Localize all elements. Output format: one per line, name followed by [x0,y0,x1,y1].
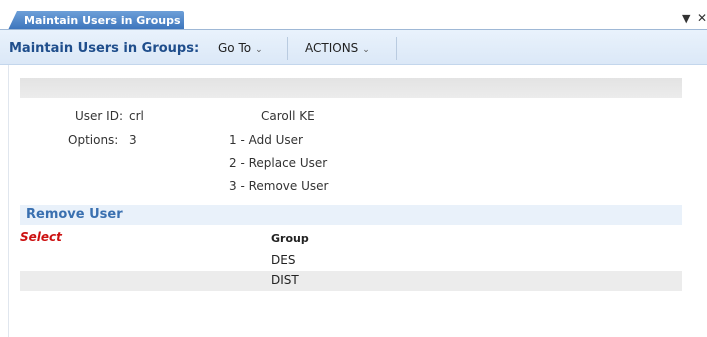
option-replace-user: 2 - Replace User [229,156,328,170]
menu-bar: Maintain Users in Groups: Go To ⌄ ACTIONS… [0,30,707,65]
options-value: 3 [129,133,137,147]
option-remove-user: 3 - Remove User [229,179,329,193]
option-add-user: 1 - Add User [229,133,303,147]
triangle-down-icon[interactable]: ▼ [682,12,690,26]
table-row[interactable]: DIST [20,271,682,291]
go-to-label: Go To [218,41,252,55]
user-name: Caroll KE [261,109,315,123]
user-id-value: crl [129,109,144,123]
chevron-down-icon: ⌄ [362,45,370,55]
user-id-label: User ID: [75,109,123,123]
go-to-menu[interactable]: Go To ⌄ [218,41,263,58]
content-panel [8,65,698,337]
menu-divider [287,37,288,60]
options-label: Options: [68,133,119,147]
actions-label: ACTIONS [305,41,359,55]
tab-strip: Maintain Users in Groups ▼ ✕ [0,0,707,30]
close-icon[interactable]: ✕ [697,11,707,25]
tab-maintain-users-in-groups[interactable]: Maintain Users in Groups [8,11,184,30]
group-cell: DES [271,253,296,267]
group-column-header: Group [271,232,309,245]
group-cell: DIST [271,273,299,287]
actions-menu[interactable]: ACTIONS ⌄ [305,41,370,58]
remove-user-section-header: Remove User [20,205,682,225]
section-title: Remove User [26,207,123,222]
menu-title: Maintain Users in Groups: [9,41,200,56]
select-column-header: Select [20,230,62,244]
panel-header-bar [20,78,682,98]
table-row[interactable]: DES [20,251,682,271]
chevron-down-icon: ⌄ [255,45,263,55]
menu-divider [396,37,397,60]
